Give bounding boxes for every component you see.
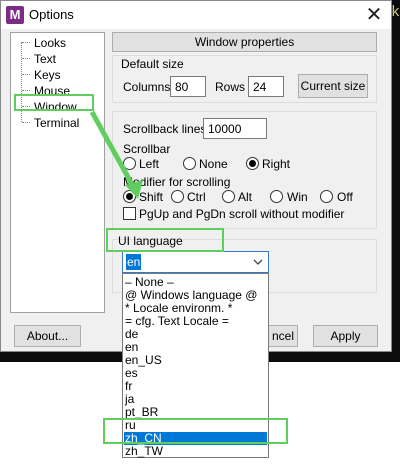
annotation-arrow bbox=[89, 110, 143, 199]
